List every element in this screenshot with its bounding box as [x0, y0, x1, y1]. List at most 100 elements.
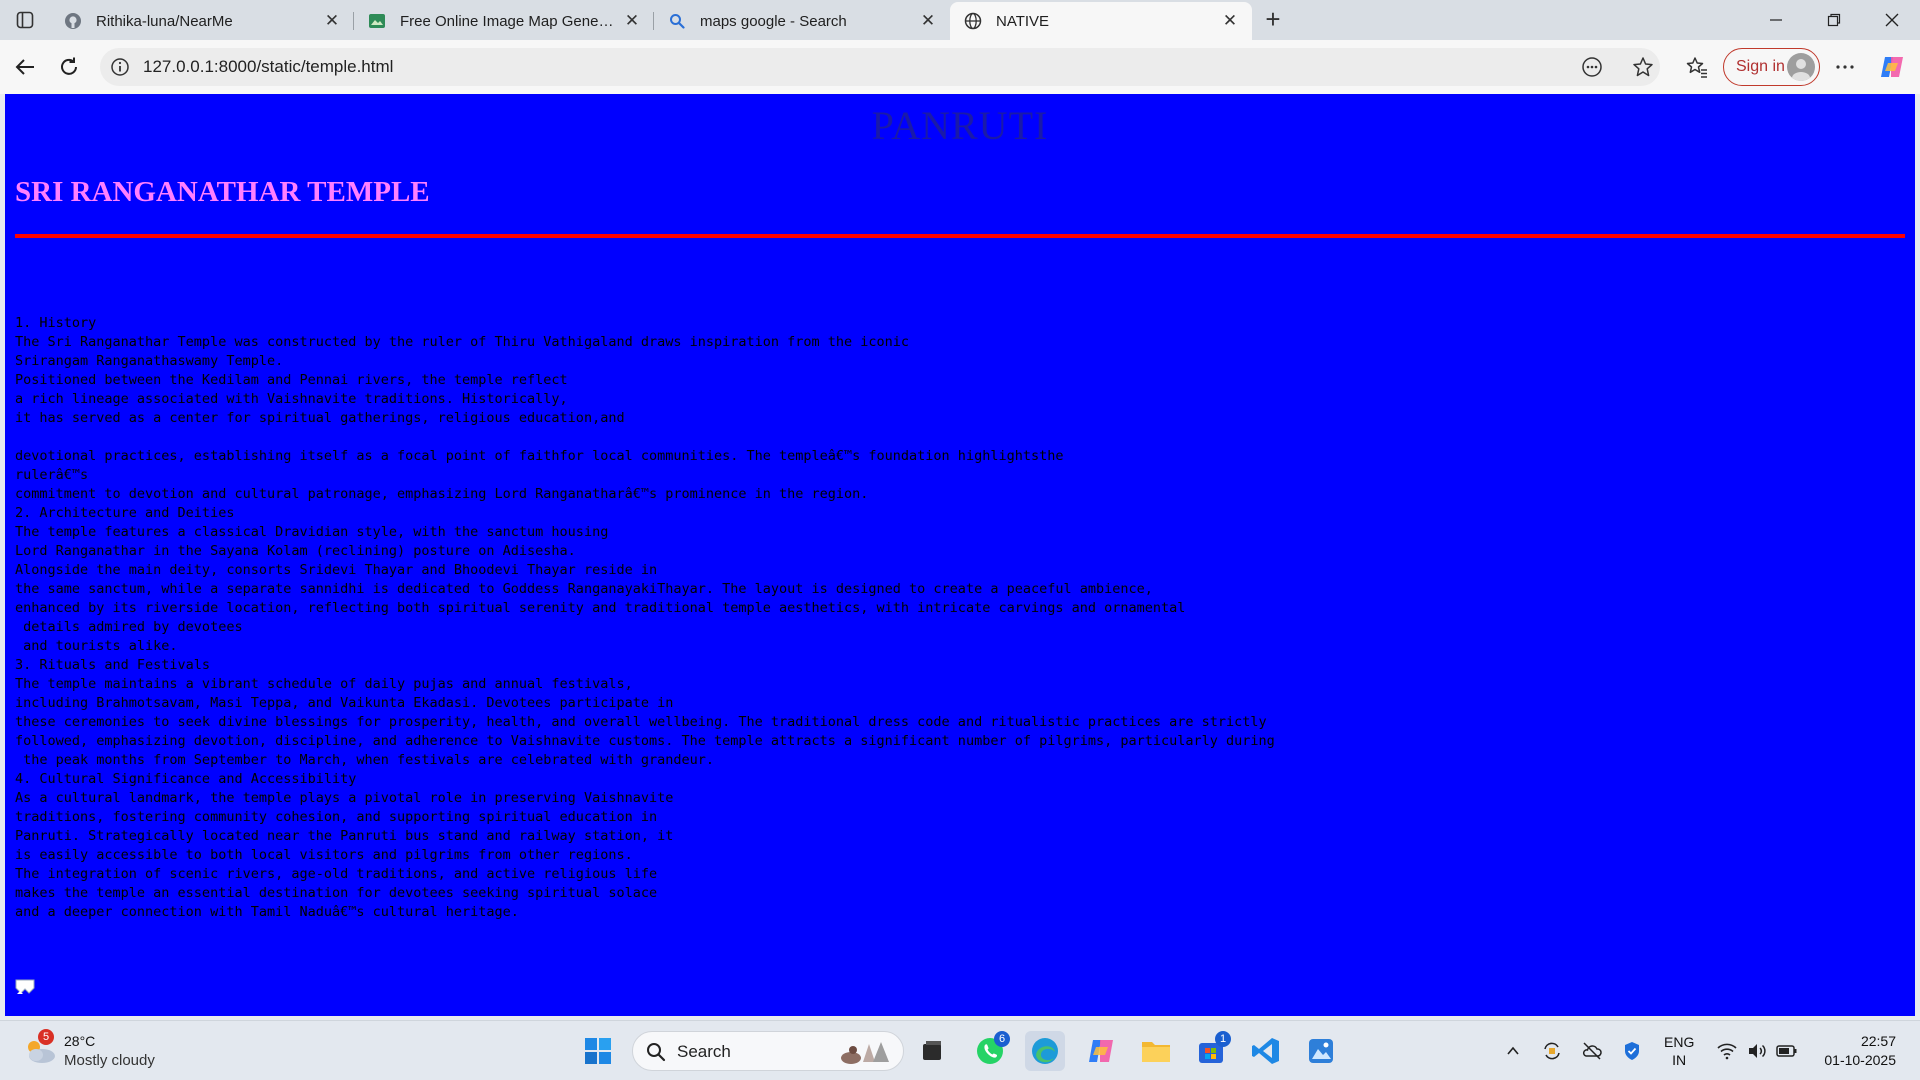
content-line: The Sri Ranganathar Temple was construct…	[15, 334, 910, 350]
site-info-icon[interactable]	[110, 57, 130, 77]
address-bar[interactable]: 127.0.0.1:8000/static/temple.html	[100, 48, 1660, 86]
file-explorer-icon[interactable]	[1136, 1031, 1176, 1071]
wifi-icon[interactable]	[1715, 1039, 1739, 1063]
content-line: The integration of scenic rivers, age-ol…	[15, 866, 658, 882]
close-tab-icon[interactable]: ✕	[918, 11, 938, 31]
url-text[interactable]: 127.0.0.1:8000/static/temple.html	[143, 48, 393, 86]
clock-time: 22:57	[1860, 1033, 1896, 1049]
temple-title: SRI RANGANATHAR TEMPLE	[15, 176, 430, 208]
content-line: rulerâ€™s	[15, 467, 89, 483]
sign-in-label: Sign in	[1736, 58, 1785, 75]
tab-native[interactable]: NATIVE ✕	[950, 2, 1252, 40]
microsoft-store-icon[interactable]: 1	[1191, 1031, 1231, 1071]
tab-title: Rithika-luna/NearMe	[96, 12, 233, 30]
content-line: a rich lineage associated with Vaishnavi…	[15, 391, 568, 407]
tab-title: Free Online Image Map Generator	[400, 12, 614, 30]
minimize-icon[interactable]	[1748, 0, 1804, 40]
content-line: these ceremonies to seek divine blessing…	[15, 714, 1267, 730]
tab-image-map[interactable]: Free Online Image Map Generator ✕	[354, 2, 654, 40]
tab-title: NATIVE	[996, 12, 1050, 30]
back-icon[interactable]	[10, 52, 40, 82]
close-tab-icon[interactable]: ✕	[1220, 11, 1240, 31]
content-line: 2. Architecture and Deities	[15, 505, 235, 521]
content-line: including Brahmotsavam, Masi Teppa, and …	[15, 695, 674, 711]
restore-icon[interactable]	[1806, 0, 1862, 40]
broken-image-icon	[15, 978, 35, 996]
content-line	[15, 428, 1275, 447]
task-view-icon[interactable]	[912, 1031, 952, 1071]
clock-date: 01-10-2025	[1824, 1052, 1896, 1068]
tab-nearme[interactable]: Rithika-luna/NearMe ✕	[50, 2, 354, 40]
content-line: commitment to devotion and cultural patr…	[15, 486, 869, 502]
battery-icon[interactable]	[1775, 1039, 1799, 1063]
content-line: followed, emphasizing devotion, discipli…	[15, 733, 1275, 749]
photos-icon[interactable]	[1301, 1031, 1341, 1071]
whatsapp-icon[interactable]: 6	[970, 1031, 1010, 1071]
more-options-icon[interactable]	[1831, 53, 1859, 81]
close-window-icon[interactable]	[1864, 0, 1920, 40]
content-line: Panruti. Strategically located near the …	[15, 828, 674, 844]
start-icon[interactable]	[578, 1031, 618, 1071]
copilot-icon[interactable]	[1878, 53, 1906, 81]
favorites-icon[interactable]	[1683, 53, 1711, 81]
github-icon	[64, 12, 82, 30]
weather-condition: Mostly cloudy	[64, 1052, 155, 1069]
content-line: traditions, fostering community cohesion…	[15, 809, 658, 825]
whatsapp-badge: 6	[994, 1031, 1010, 1047]
new-tab-icon[interactable]: +	[1258, 6, 1288, 34]
tab-strip: Rithika-luna/NearMe ✕ Free Online Image …	[0, 0, 1920, 40]
favorite-star-icon[interactable]	[1632, 56, 1654, 78]
content-line: Lord Ranganathar in the Sayana Kolam (re…	[15, 543, 576, 559]
content-line: details admired by devotees	[15, 619, 243, 635]
security-shield-icon[interactable]	[1620, 1039, 1644, 1063]
content-line: As a cultural landmark, the temple plays…	[15, 790, 674, 806]
horizontal-rule	[15, 234, 1905, 238]
taskbar: 5 28°C Mostly cloudy Search 6 1 ENG IN 2…	[0, 1020, 1920, 1080]
tab-maps-search[interactable]: maps google - Search ✕	[654, 2, 950, 40]
avatar-icon	[1787, 53, 1815, 81]
temple-description: 1. History The Sri Ranganathar Temple was…	[15, 314, 1275, 922]
weather-widget[interactable]: 5 28°C Mostly cloudy	[20, 1029, 200, 1073]
content-line: and tourists alike.	[15, 638, 178, 654]
content-line: the same sanctum, while a separate sanni…	[15, 581, 1153, 597]
image-map-icon	[368, 12, 386, 30]
onedrive-offline-icon[interactable]	[1580, 1039, 1604, 1063]
page-viewport: PANRUTI SRI RANGANATHAR TEMPLE 1. Histor…	[5, 94, 1915, 1016]
content-line: Positioned between the Kedilam and Penna…	[15, 372, 568, 388]
content-line: The temple maintains a vibrant schedule …	[15, 676, 633, 692]
weather-badge: 5	[38, 1029, 54, 1045]
browser-toolbar: 127.0.0.1:8000/static/temple.html Sign i…	[0, 40, 1920, 94]
content-line: 4. Cultural Significance and Accessibili…	[15, 771, 357, 787]
edge-icon[interactable]	[1025, 1031, 1065, 1071]
language-indicator[interactable]: ENG IN	[1664, 1033, 1694, 1069]
tab-title: maps google - Search	[700, 12, 847, 30]
content-line: Srirangam Ranganathaswamy Temple.	[15, 353, 284, 369]
content-line: devotional practices, establishing itsel…	[15, 448, 1064, 464]
read-aloud-icon[interactable]	[1581, 56, 1603, 78]
clock[interactable]: 22:57 01-10-2025	[1810, 1032, 1896, 1070]
content-line: enhanced by its riverside location, refl…	[15, 600, 1186, 616]
content-line: and a deeper connection with Tamil Naduâ…	[15, 904, 519, 920]
content-line: it has served as a center for spiritual …	[15, 410, 625, 426]
search-label: Search	[677, 1042, 731, 1061]
store-badge: 1	[1215, 1031, 1231, 1047]
vscode-icon[interactable]	[1246, 1031, 1286, 1071]
weather-temperature: 28°C	[64, 1033, 96, 1049]
sign-in-button[interactable]: Sign in	[1723, 48, 1820, 86]
close-tab-icon[interactable]: ✕	[622, 11, 642, 31]
sync-icon[interactable]	[1540, 1039, 1564, 1063]
content-line: 1. History	[15, 315, 97, 331]
content-line: Alongside the main deity, consorts Sride…	[15, 562, 658, 578]
content-line: 3. Rituals and Festivals	[15, 657, 211, 673]
tab-actions-icon[interactable]	[10, 8, 40, 32]
copilot-app-icon[interactable]	[1081, 1031, 1121, 1071]
show-hidden-icons-chevron-icon[interactable]	[1501, 1039, 1525, 1063]
close-tab-icon[interactable]: ✕	[322, 11, 342, 31]
reload-icon[interactable]	[54, 52, 84, 82]
content-line: makes the temple an essential destinatio…	[15, 885, 658, 901]
content-line: the peak months from September to March,…	[15, 752, 714, 768]
taskbar-search[interactable]: Search	[632, 1031, 904, 1071]
volume-icon[interactable]	[1745, 1039, 1769, 1063]
search-icon	[646, 1042, 666, 1067]
page-heading: PANRUTI	[871, 103, 1049, 148]
